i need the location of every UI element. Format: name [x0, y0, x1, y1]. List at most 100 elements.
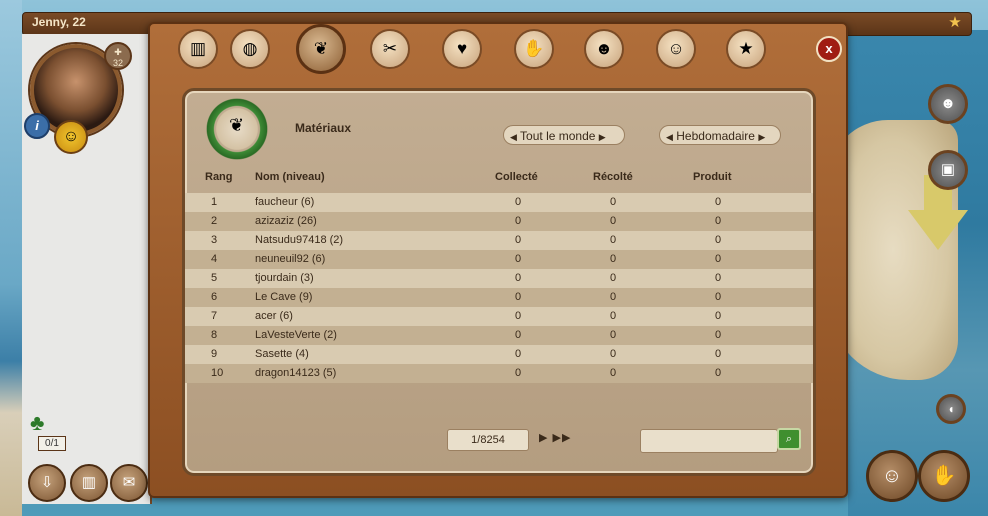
friends-side-icon[interactable]: ☻: [928, 84, 968, 124]
period-prev-arrow-icon[interactable]: ◀: [666, 132, 673, 142]
period-value: Hebdomadaire: [676, 129, 755, 143]
search-input[interactable]: [640, 429, 778, 453]
table-row[interactable]: 7 acer (6) 0 0 0: [185, 307, 813, 326]
table-row[interactable]: 10 dragon14123 (5) 0 0 0: [185, 364, 813, 383]
cell-produced: 0: [715, 291, 722, 303]
cell-name: Le Cave (9): [255, 291, 313, 303]
ranking-panel: ❦ Matériaux ◀ Tout le monde ▶ ◀ Hebdomad…: [182, 88, 816, 476]
tab-star-icon[interactable]: ★: [726, 29, 766, 69]
cell-produced: 0: [715, 310, 722, 322]
tab-person-icon[interactable]: ☺: [656, 29, 696, 69]
period-next-arrow-icon[interactable]: ▶: [758, 132, 765, 142]
cell-produced: 0: [715, 196, 722, 208]
ranking-table: 1 faucheur (6) 0 0 0 2 azizaziz (26) 0 0 0 3 Natsud…: [185, 193, 813, 383]
cell-produced: 0: [715, 215, 722, 227]
scope-value: Tout le monde: [520, 129, 596, 143]
cell-collected: 0: [515, 272, 522, 284]
cell-produced: 0: [715, 234, 722, 246]
cell-collected: 0: [515, 291, 522, 303]
cell-name: Sasette (4): [255, 348, 309, 360]
map-button[interactable]: ⇩: [28, 464, 66, 502]
palm-tree-icon: ♣: [30, 410, 45, 435]
column-header-produced: Produit: [693, 171, 732, 183]
favorite-star-icon[interactable]: ★: [946, 14, 964, 32]
cell-harvested: 0: [610, 253, 617, 265]
palm-counter: 0/1: [38, 436, 66, 451]
scope-next-arrow-icon[interactable]: ▶: [599, 132, 606, 142]
table-row[interactable]: 5 tjourdain (3) 0 0 0: [185, 269, 813, 288]
level-badge: ✚ 32: [104, 42, 132, 70]
cell-rank: 4: [211, 253, 218, 265]
period-selector[interactable]: ◀ Hebdomadaire ▶: [659, 125, 781, 145]
trade-button[interactable]: ✋: [918, 450, 970, 502]
table-row[interactable]: 4 neuneuil92 (6) 0 0 0: [185, 250, 813, 269]
scope-selector[interactable]: ◀ Tout le monde ▶: [503, 125, 625, 145]
table-row[interactable]: 1 faucheur (6) 0 0 0: [185, 193, 813, 212]
tab-handshake-icon[interactable]: ✋: [514, 29, 554, 69]
cell-harvested: 0: [610, 272, 617, 284]
cell-name: tjourdain (3): [255, 272, 314, 284]
scope-prev-arrow-icon[interactable]: ◀: [510, 132, 517, 142]
cell-produced: 0: [715, 367, 722, 379]
tab-heart-bubble-icon[interactable]: ♥: [442, 29, 482, 69]
chat-button[interactable]: ✉: [110, 464, 148, 502]
search-button[interactable]: ⌕: [777, 428, 801, 450]
cell-collected: 0: [515, 329, 522, 341]
table-row[interactable]: 3 Natsudu97418 (2) 0 0 0: [185, 231, 813, 250]
section-title: Matériaux: [295, 121, 352, 135]
column-header-name: Nom (niveau): [255, 171, 325, 183]
cell-rank: 2: [211, 215, 218, 227]
tab-tools-icon[interactable]: ✂: [370, 29, 410, 69]
column-header-rank: Rang: [205, 171, 233, 183]
cell-collected: 0: [515, 253, 522, 265]
down-arrow-icon[interactable]: [908, 210, 968, 250]
cell-name: dragon14123 (5): [255, 367, 337, 379]
cell-collected: 0: [515, 310, 522, 322]
ranking-window: ▥ ◍ ❦ ✂ ♥ ✋ ☻ ☺ ★ x ❦ Matériaux ◀ Tout l…: [148, 22, 848, 498]
cell-rank: 8: [211, 329, 218, 341]
table-row[interactable]: 8 LaVesteVerte (2) 0 0 0: [185, 326, 813, 345]
cell-rank: 10: [211, 367, 224, 379]
cell-harvested: 0: [610, 367, 617, 379]
cell-name: faucheur (6): [255, 196, 315, 208]
cell-collected: 0: [515, 215, 522, 227]
cell-collected: 0: [515, 234, 522, 246]
player-name: Jenny, 22: [32, 15, 86, 29]
cell-harvested: 0: [610, 196, 617, 208]
tab-bar: ▥ ◍ ❦ ✂ ♥ ✋ ☻ ☺ ★ x: [150, 24, 846, 86]
cell-name: azizaziz (26): [255, 215, 317, 227]
cell-harvested: 0: [610, 348, 617, 360]
cell-produced: 0: [715, 348, 722, 360]
cell-name: LaVesteVerte (2): [255, 329, 337, 341]
close-button[interactable]: x: [816, 36, 842, 62]
table-row[interactable]: 9 Sasette (4) 0 0 0: [185, 345, 813, 364]
next-page-arrows-icon[interactable]: ▶ ▶▶: [539, 431, 571, 444]
cell-rank: 6: [211, 291, 218, 303]
column-header-harvested: Récolté: [593, 171, 633, 183]
ranking-button[interactable]: ▥: [70, 464, 108, 502]
sound-icon[interactable]: ◖: [936, 394, 966, 424]
cell-rank: 3: [211, 234, 218, 246]
tab-trophy-icon[interactable]: ▥: [178, 29, 218, 69]
tab-group-icon[interactable]: ☻: [584, 29, 624, 69]
tab-leaf-icon[interactable]: ❦: [296, 24, 346, 74]
cell-name: acer (6): [255, 310, 293, 322]
cell-rank: 5: [211, 272, 218, 284]
info-button[interactable]: i: [24, 113, 50, 139]
tab-globe-icon[interactable]: ◍: [230, 29, 270, 69]
mood-smiley-icon[interactable]: ☺: [54, 120, 88, 154]
column-header-collected: Collecté: [495, 171, 538, 183]
cell-produced: 0: [715, 272, 722, 284]
cell-name: Natsudu97418 (2): [255, 234, 344, 246]
cell-produced: 0: [715, 253, 722, 265]
cell-rank: 7: [211, 310, 218, 322]
cell-harvested: 0: [610, 310, 617, 322]
cell-harvested: 0: [610, 329, 617, 341]
community-button[interactable]: ☺: [866, 450, 918, 502]
cell-produced: 0: [715, 329, 722, 341]
table-row[interactable]: 2 azizaziz (26) 0 0 0: [185, 212, 813, 231]
table-row[interactable]: 6 Le Cave (9) 0 0 0: [185, 288, 813, 307]
cell-collected: 0: [515, 348, 522, 360]
level-value: 32: [112, 58, 123, 68]
building-side-icon[interactable]: ▣: [928, 150, 968, 190]
